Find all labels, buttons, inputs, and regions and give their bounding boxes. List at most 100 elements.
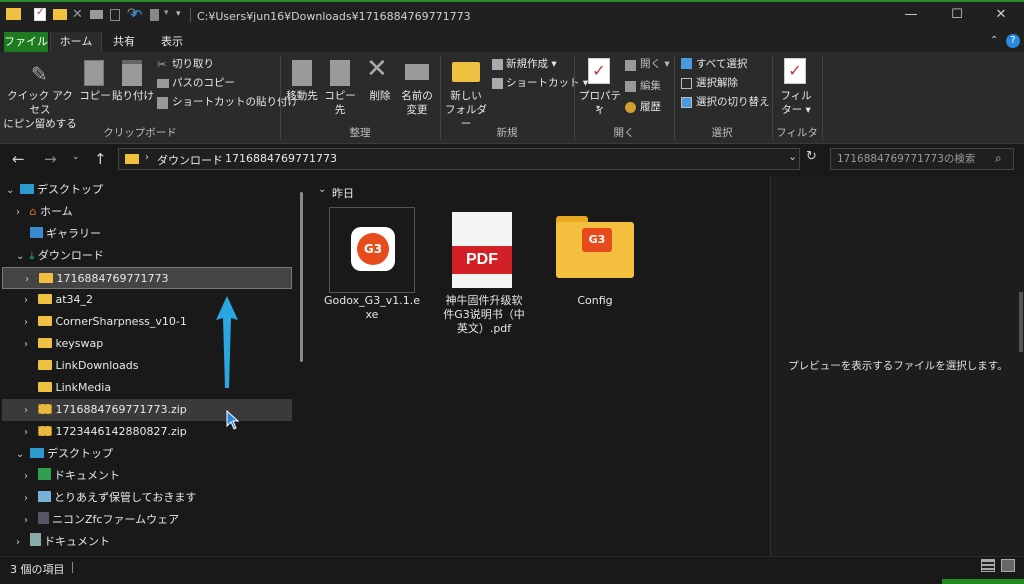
- tab-share[interactable]: 共有: [104, 32, 144, 52]
- chevron-right-icon[interactable]: ›: [24, 466, 34, 488]
- file-item-pdf[interactable]: PDF: [452, 212, 512, 288]
- rename-label-1: 名前の: [401, 90, 433, 102]
- cut-icon: ✂: [157, 58, 167, 71]
- tree-item-desktop-2[interactable]: ⌄ デスクトップ: [16, 443, 113, 465]
- zip-folder-icon: [37, 404, 52, 414]
- tree-item-documents[interactable]: › ドキュメント: [16, 531, 110, 553]
- tree-item-zip[interactable]: › 1723446142880827.zip: [24, 421, 187, 443]
- tree-item-zip-hovered[interactable]: › 1716884769771773.zip: [2, 399, 292, 421]
- qa-sep-chevron-icon[interactable]: ▾: [164, 8, 169, 18]
- page-qa-icon[interactable]: [110, 9, 120, 21]
- tree-item-folder[interactable]: › CornerSharpness_v10-1: [24, 311, 187, 333]
- folder-icon: [37, 316, 52, 326]
- tree-item-documents-shortcut[interactable]: › ドキュメント: [24, 465, 120, 487]
- help-icon[interactable]: ?: [1006, 34, 1020, 48]
- file-name-pdf[interactable]: 神牛固件升级软 件G3说明书（中 英文）.pdf: [434, 294, 534, 336]
- details-view-icon[interactable]: [981, 559, 995, 572]
- tree-item-folder[interactable]: › ニコンZfcファームウェア: [24, 509, 179, 531]
- breadcrumb-item[interactable]: 1716884769771773: [225, 152, 337, 165]
- tree-item-folder[interactable]: › at34_2: [24, 289, 93, 311]
- file-item-config[interactable]: G3: [556, 216, 634, 278]
- copy-path-button[interactable]: パスのコピー: [172, 75, 235, 91]
- tree-item-folder[interactable]: LinkDownloads: [24, 355, 138, 377]
- copy-to-button[interactable]: コピー先: [320, 89, 360, 117]
- search-input[interactable]: 1716884769771773の検索: [830, 148, 1014, 170]
- chevron-right-icon[interactable]: ›: [24, 510, 34, 532]
- rename-qa-icon[interactable]: [90, 10, 103, 19]
- chevron-right-icon[interactable]: ›: [16, 202, 26, 224]
- chevron-down-icon[interactable]: ⌄: [16, 444, 26, 466]
- tab-home[interactable]: ホーム: [50, 32, 102, 52]
- back-icon[interactable]: ←: [12, 150, 25, 168]
- edit-button[interactable]: 編集: [640, 78, 661, 94]
- new-item-button[interactable]: 新規作成 ▾: [506, 56, 557, 72]
- home-icon: ⌂: [29, 205, 37, 218]
- tree-label: ダウンロード: [37, 249, 104, 262]
- move-to-button[interactable]: 移動先: [284, 89, 320, 103]
- open-button[interactable]: 開く ▾: [640, 56, 670, 72]
- file-name-exe[interactable]: Godox_G3_v1.1.e xe: [320, 294, 424, 322]
- organize-group-label: 整理: [349, 127, 371, 139]
- tree-item-folder[interactable]: › とりあえず保管しておきます: [24, 487, 196, 509]
- refresh-icon[interactable]: ↻: [806, 149, 817, 164]
- properties-dropdown-icon[interactable]: ▾: [596, 103, 600, 112]
- copy-button[interactable]: コピー: [78, 89, 112, 103]
- tree-item-home[interactable]: › ⌂ ホーム: [16, 201, 73, 223]
- delete-button[interactable]: 削除: [362, 89, 398, 103]
- shortcut-label: ショートカット: [506, 77, 580, 89]
- delete-qa-icon[interactable]: ✕: [72, 7, 83, 22]
- chevron-down-icon[interactable]: ⌄: [16, 246, 26, 268]
- chevron-right-icon[interactable]: ›: [24, 334, 34, 356]
- chevron-right-icon[interactable]: ›: [24, 400, 34, 422]
- cut-button[interactable]: 切り取り: [172, 56, 214, 72]
- group-header[interactable]: 昨日: [332, 185, 354, 201]
- minimize-button[interactable]: —: [888, 4, 934, 26]
- history-button[interactable]: 履歴: [640, 99, 661, 115]
- file-item-exe[interactable]: G3: [329, 207, 415, 293]
- copy-qa-icon[interactable]: [150, 9, 159, 21]
- tree-item-gallery[interactable]: ギャラリー: [16, 223, 101, 245]
- chevron-down-icon[interactable]: ⌄: [6, 180, 16, 202]
- undo-qa-icon[interactable]: ↶: [130, 6, 143, 24]
- close-button[interactable]: ✕: [978, 4, 1024, 26]
- group-chevron-icon[interactable]: ⌄: [318, 184, 326, 195]
- invert-selection-button[interactable]: 選択の切り替え: [696, 94, 770, 110]
- tree-item-selected-folder[interactable]: › 1716884769771773: [2, 267, 292, 289]
- rename-button[interactable]: 名前の 変更: [398, 89, 436, 117]
- recent-dropdown-icon[interactable]: ⌄: [72, 152, 80, 162]
- chevron-right-icon[interactable]: ›: [24, 422, 34, 444]
- chevron-right-icon[interactable]: ›: [24, 312, 34, 334]
- tab-file[interactable]: ファイル: [4, 32, 48, 52]
- tree-scrollbar[interactable]: [300, 192, 303, 362]
- chevron-right-icon[interactable]: ›: [24, 290, 34, 312]
- chevron-right-icon[interactable]: ›: [16, 532, 26, 554]
- tree-item-folder[interactable]: › keyswap: [24, 333, 103, 355]
- new-item-label: 新規作成: [506, 58, 548, 70]
- chevron-right-icon[interactable]: ›: [25, 269, 35, 291]
- forward-icon[interactable]: →: [44, 150, 57, 168]
- up-icon[interactable]: ↑: [94, 150, 107, 168]
- tree-item-desktop[interactable]: ⌄ デスクトップ: [6, 179, 103, 201]
- address-dropdown-icon[interactable]: ⌄: [788, 150, 797, 163]
- filter-button[interactable]: フィル ター ▾: [776, 89, 816, 117]
- file-name-config[interactable]: Config: [546, 294, 644, 308]
- maximize-button[interactable]: ☐: [934, 4, 980, 26]
- right-scrollbar[interactable]: [1019, 292, 1023, 352]
- paste-button[interactable]: 貼り付け: [112, 89, 154, 103]
- search-icon[interactable]: ⌕: [995, 151, 1002, 166]
- select-none-button[interactable]: 選択解除: [696, 75, 738, 91]
- navigation-pane: ⌄ デスクトップ › ⌂ ホーム ギャラリー ⌄ ⤓ ダウンロード › 1716…: [0, 176, 304, 556]
- new-folder-qa-icon[interactable]: [53, 9, 67, 20]
- tab-view[interactable]: 表示: [150, 32, 194, 52]
- tree-item-downloads[interactable]: ⌄ ⤓ ダウンロード: [16, 245, 104, 267]
- large-icons-view-icon[interactable]: [1001, 559, 1015, 572]
- customize-qa-icon[interactable]: ▾: [176, 9, 181, 19]
- folder-app-icon: [6, 8, 21, 20]
- chevron-right-icon[interactable]: ›: [24, 488, 34, 510]
- shortcut-button[interactable]: ショートカット ▾: [506, 75, 588, 91]
- properties-qa-icon[interactable]: ✓: [34, 7, 46, 21]
- select-all-button[interactable]: すべて選択: [696, 56, 747, 72]
- tree-item-folder[interactable]: LinkMedia: [24, 377, 111, 399]
- collapse-ribbon-icon[interactable]: ⌃: [990, 35, 998, 46]
- file-name-line: xe: [365, 308, 379, 321]
